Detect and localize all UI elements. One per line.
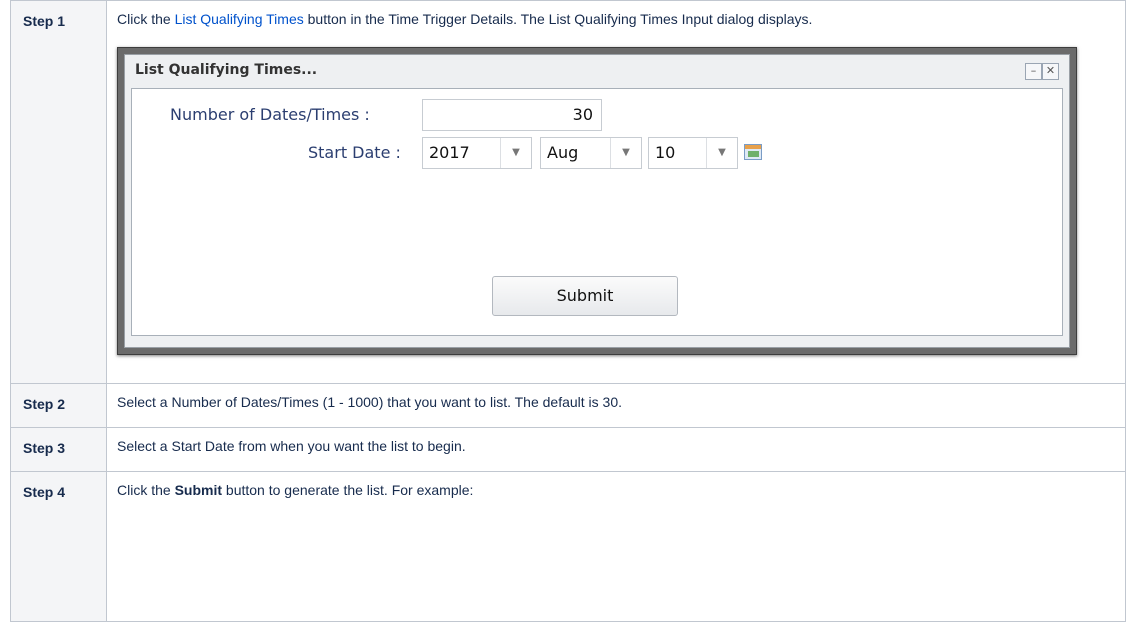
close-icon[interactable]: ✕	[1042, 63, 1059, 80]
submit-emphasis: Submit	[174, 482, 223, 498]
dialog-screenshot: List Qualifying Times... – ✕ Number of D…	[117, 47, 1077, 355]
step-text: Select a Number of Dates/Times (1 - 1000…	[106, 383, 1126, 428]
step-text: Click the List Qualifying Times button i…	[117, 11, 1125, 27]
step-body: Click the List Qualifying Times button i…	[106, 0, 1126, 384]
chevron-down-icon[interactable]: ▼	[610, 138, 641, 168]
step-row-2: Step 2 Select a Number of Dates/Times (1…	[10, 383, 1126, 428]
steps-table: Step 1 Click the List Qualifying Times b…	[10, 0, 1126, 622]
step-text-part: Click the	[117, 11, 175, 27]
window-buttons: – ✕	[1025, 63, 1059, 80]
step-row-1: Step 1 Click the List Qualifying Times b…	[10, 0, 1126, 384]
day-value: 10	[655, 143, 676, 162]
day-select[interactable]: 10 ▼	[648, 137, 738, 169]
step-label: Step 4	[10, 471, 107, 622]
month-select[interactable]: Aug ▼	[540, 137, 642, 169]
step-row-3: Step 3 Select a Start Date from when you…	[10, 427, 1126, 472]
number-of-dates-label: Number of Dates/Times :	[170, 105, 370, 124]
number-of-dates-input[interactable]: 30	[422, 99, 602, 131]
step-text-part: Click the	[117, 482, 175, 498]
step-text-part: button in the Time Trigger Details. The …	[303, 11, 813, 27]
year-value: 2017	[429, 143, 470, 162]
chevron-down-icon[interactable]: ▼	[706, 138, 737, 168]
month-value: Aug	[547, 143, 579, 162]
step-body: Click the Submit button to generate the …	[106, 471, 1126, 622]
step-label: Step 3	[10, 427, 107, 472]
chevron-down-icon[interactable]: ▼	[500, 138, 531, 168]
minimize-icon[interactable]: –	[1025, 63, 1042, 80]
list-qualifying-times-dialog: List Qualifying Times... – ✕ Number of D…	[124, 54, 1070, 348]
step-row-4: Step 4 Click the Submit button to genera…	[10, 471, 1126, 622]
step-label: Step 2	[10, 383, 107, 428]
step-label: Step 1	[10, 0, 107, 384]
year-select[interactable]: 2017 ▼	[422, 137, 532, 169]
dialog-content: Number of Dates/Times : 30 Start Date : …	[131, 88, 1063, 336]
dialog-title: List Qualifying Times...	[135, 62, 318, 78]
calendar-icon[interactable]	[744, 144, 762, 160]
step-text-part: button to generate the list. For example…	[222, 482, 474, 498]
submit-button[interactable]: Submit	[492, 276, 678, 316]
step-text: Select a Start Date from when you want t…	[106, 427, 1126, 472]
list-qualifying-times-link[interactable]: List Qualifying Times	[175, 11, 304, 27]
start-date-label: Start Date :	[308, 143, 401, 162]
